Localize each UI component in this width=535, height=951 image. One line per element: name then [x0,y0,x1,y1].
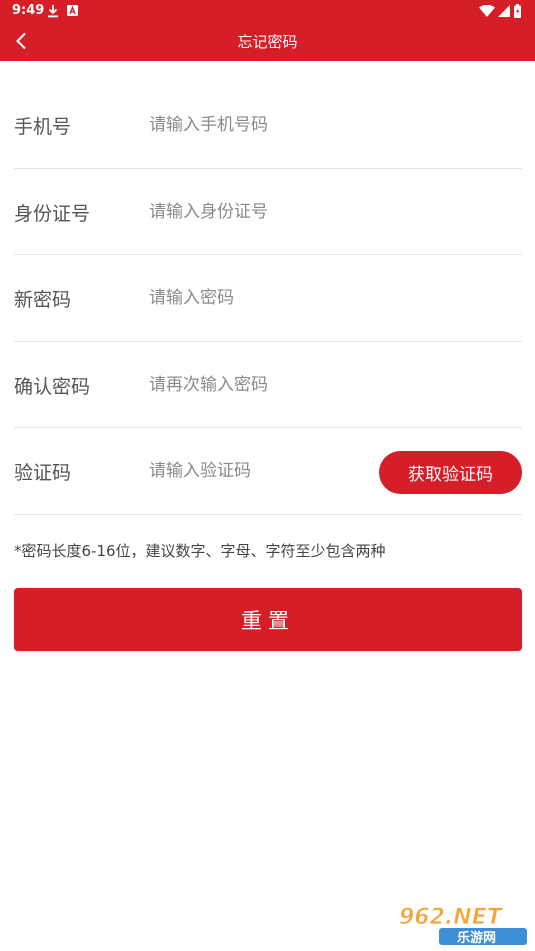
verification-code-label: 验证码 [14,462,72,484]
status-bar: 9:49 [0,0,535,22]
new-password-label: 新密码 [14,289,72,311]
app-header: 9:49 忘记密码 [0,0,535,61]
verification-code-row: 验证码 获取验证码 [14,428,522,515]
signal-icon [498,5,510,17]
battery-icon [514,4,521,18]
status-time: 9:49 [12,3,45,18]
wifi-icon [479,5,495,17]
a-icon [67,5,78,16]
reset-password-form: 手机号 身份证号 新密码 确认密码 验证码 获取验证码 [14,82,522,515]
new-password-row: 新密码 [14,255,522,342]
get-code-button[interactable]: 获取验证码 [379,451,522,494]
title-bar: 忘记密码 [0,22,535,61]
svg-text:962.NET: 962.NET [399,905,504,930]
id-number-label: 身份证号 [14,202,91,225]
download-icon [48,5,58,18]
id-number-input[interactable] [149,194,369,229]
verification-code-input[interactable] [149,454,369,488]
page-title: 忘记密码 [237,33,298,51]
reset-button[interactable]: 重置 [14,588,522,651]
confirm-password-label: 确认密码 [14,375,91,398]
phone-label: 手机号 [14,116,72,138]
id-number-row: 身份证号 [14,169,522,255]
svg-text:乐游网: 乐游网 [457,930,496,946]
confirm-password-input[interactable] [149,367,369,402]
confirm-password-row: 确认密码 [14,342,522,428]
forgot-password-screen: 9:49 忘记密码 手机号 请输入手机号码 身份证号 请输入身份证号 新密码 确… [0,0,535,951]
new-password-input[interactable] [149,281,369,315]
watermark-logo: 962.NET 乐游网 [399,905,527,946]
password-hint: *密码长度6-16位，建议数字、字母、字符至少包含两种 [14,542,386,560]
phone-row: 手机号 [14,82,522,169]
phone-input[interactable] [149,108,369,142]
